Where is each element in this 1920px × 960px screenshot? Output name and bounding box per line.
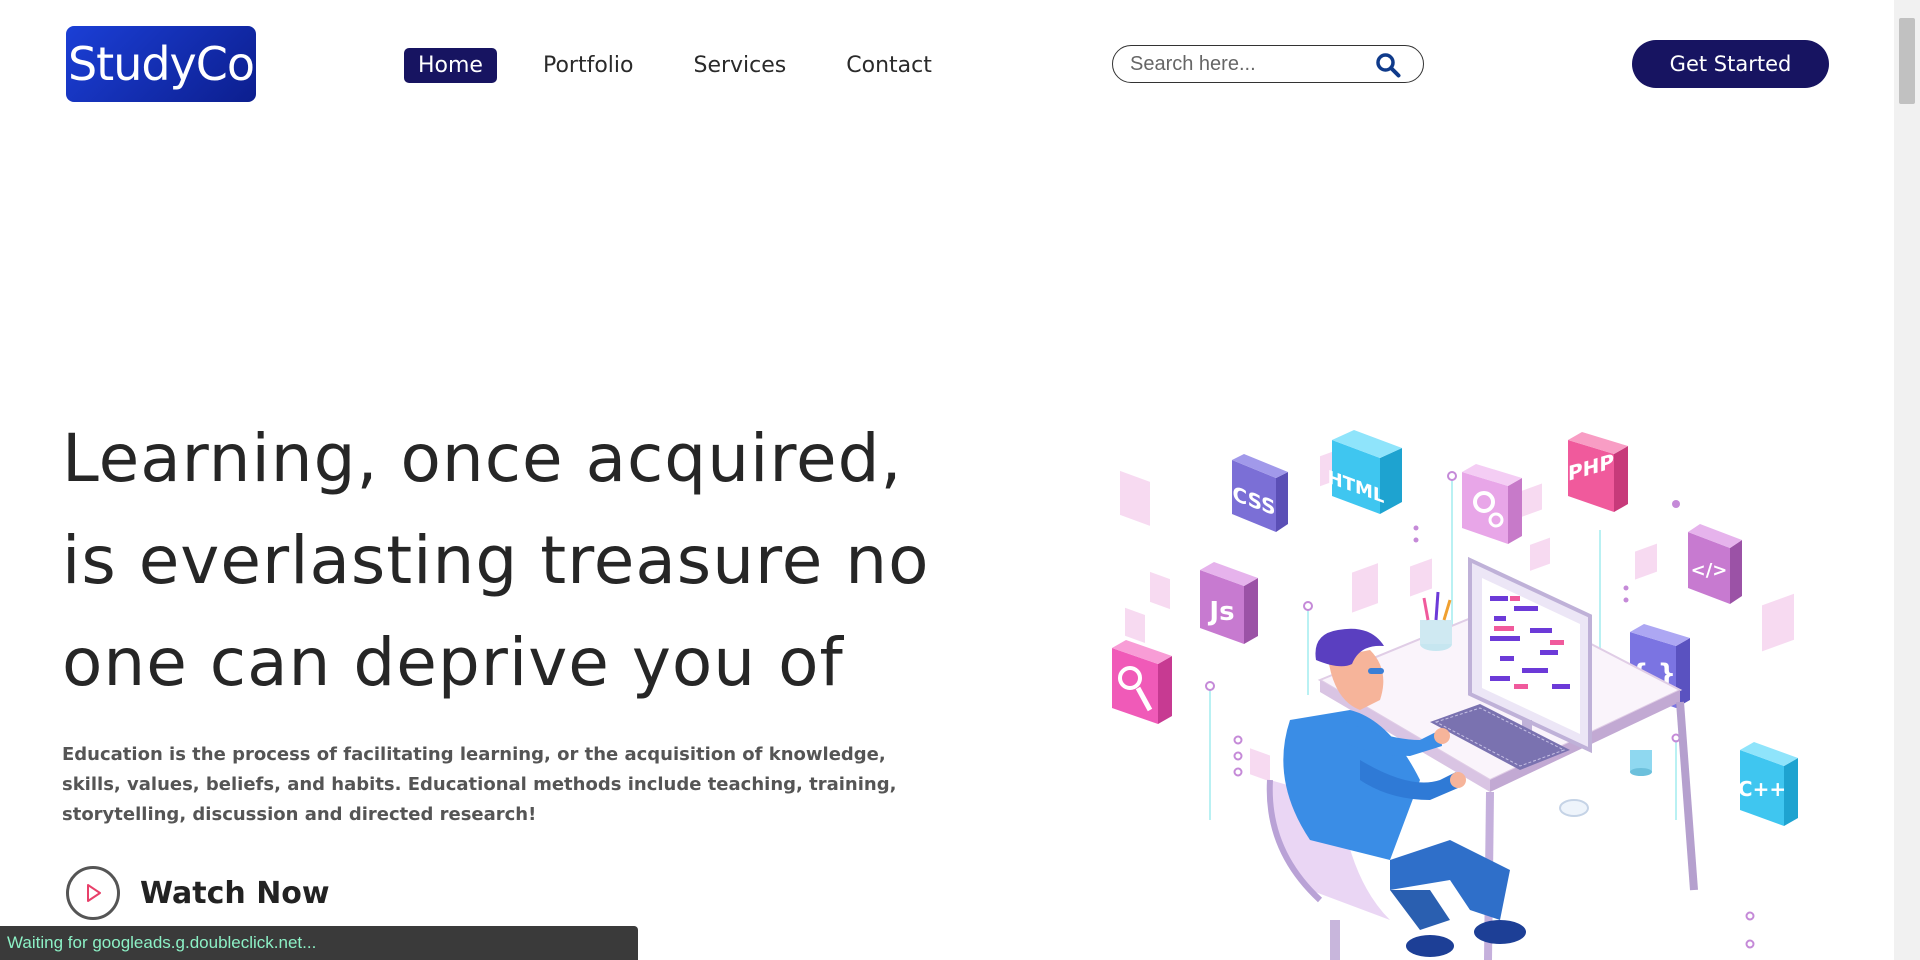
php-tile: PHP <box>1568 432 1628 512</box>
headline-line: one can deprive you of <box>62 624 844 701</box>
hero-description: Education is the process of facilitating… <box>62 744 897 825</box>
mug <box>1630 750 1652 776</box>
get-started-button[interactable]: Get Started <box>1632 40 1829 88</box>
scrollbar-thumb[interactable] <box>1899 18 1915 104</box>
watch-now-button[interactable]: Watch Now <box>66 866 330 920</box>
svg-text:C++: C++ <box>1738 777 1786 801</box>
nav-item-contact[interactable]: Contact <box>832 48 946 83</box>
headline-line: Learning, once acquired, <box>62 420 903 497</box>
headline-line: is everlasting treasure no <box>62 522 930 599</box>
page-scrollbar[interactable] <box>1894 0 1920 960</box>
hero-headline: Learning, once acquired, is everlasting … <box>62 408 962 714</box>
watch-now-label: Watch Now <box>140 875 330 911</box>
search-icon[interactable] <box>1375 52 1401 78</box>
nav-item-home[interactable]: Home <box>404 48 497 83</box>
css-tile: CSS <box>1232 454 1288 532</box>
code-tag-icon: </> <box>1688 524 1742 604</box>
gear-icon <box>1462 464 1522 544</box>
nav-item-portfolio[interactable]: Portfolio <box>529 48 648 83</box>
html-tile: HTML <box>1328 430 1402 514</box>
svg-text:Js: Js <box>1207 597 1234 627</box>
main-nav: Home Portfolio Services Contact <box>404 48 978 83</box>
search-box <box>1112 45 1424 83</box>
pencil-cup <box>1420 591 1452 651</box>
play-icon[interactable] <box>66 866 120 920</box>
search-input[interactable] <box>1128 51 1362 77</box>
browser-status-bar: Waiting for googleads.g.doubleclick.net.… <box>0 926 638 960</box>
site-logo[interactable]: StudyCo <box>66 26 256 102</box>
cpp-tile: C++ <box>1738 742 1798 826</box>
developer-illustration: CSS HTML PHP Js </> { } C++ <box>1112 430 1798 960</box>
svg-text:</>: </> <box>1691 560 1728 581</box>
nav-item-services[interactable]: Services <box>679 48 800 83</box>
mouse <box>1559 799 1589 817</box>
js-tile: Js <box>1200 562 1258 644</box>
magnifier-icon <box>1112 640 1172 724</box>
